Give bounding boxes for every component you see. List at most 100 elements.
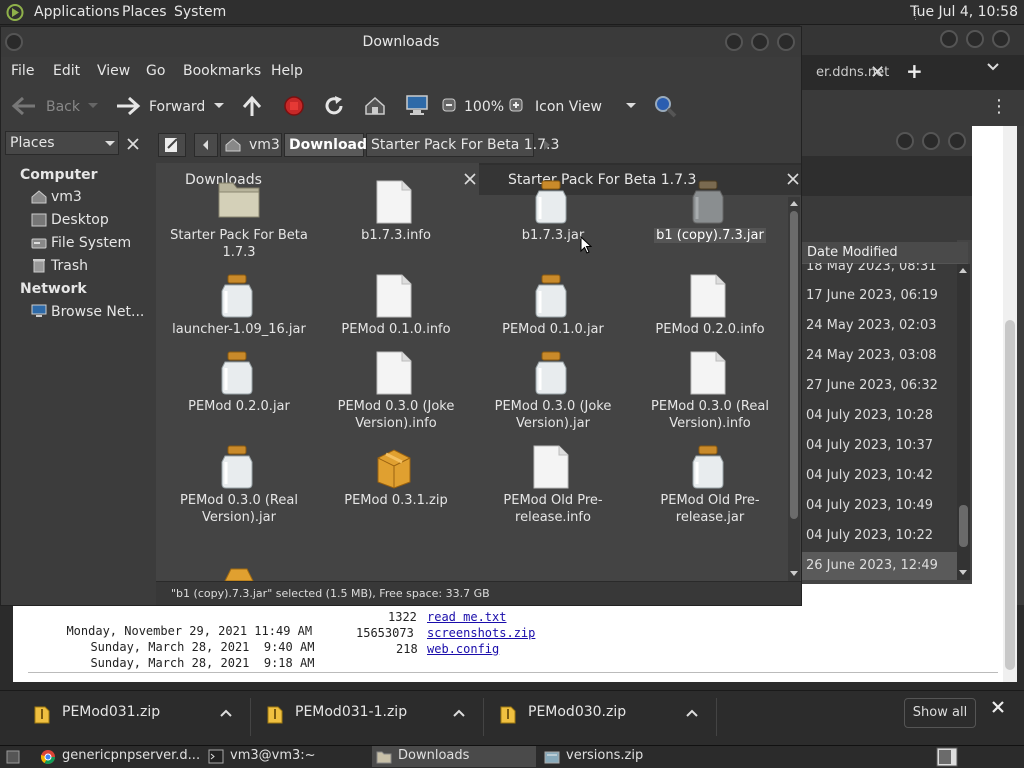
file-item[interactable]: PEMod Old Pre-release.jar (630, 444, 790, 526)
view-mode-select[interactable]: Icon View (535, 99, 602, 115)
minimize-button[interactable] (725, 33, 743, 51)
path-scroll-left-button[interactable] (194, 133, 218, 157)
path-segment-vm3[interactable]: vm3 (220, 133, 282, 157)
minimize-button[interactable] (896, 132, 914, 150)
minimize-button[interactable] (940, 30, 958, 48)
file-view-scrollbar-thumb[interactable] (790, 211, 798, 519)
zoom-in-icon[interactable] (509, 98, 523, 112)
chevron-down-icon[interactable] (104, 140, 116, 148)
file-item[interactable]: PEMod 0.2.0.info (630, 273, 790, 338)
file-item[interactable]: PEMod 0.1.0.jar (473, 273, 633, 338)
chevron-up-icon[interactable] (686, 709, 698, 717)
clock[interactable]: Tue Jul 4, 10:58 (910, 4, 1018, 20)
chevron-up-icon[interactable] (220, 709, 232, 717)
taskbar-item-terminal[interactable]: vm3@vm3:~ (204, 746, 364, 767)
zoom-out-icon[interactable] (442, 98, 456, 112)
date-modified-column-header[interactable]: Date Modified (802, 242, 968, 264)
file-item[interactable]: PEMod 0.3.0 (Joke Version).info (316, 350, 476, 432)
reload-icon[interactable] (323, 95, 345, 117)
path-scroll-right-icon[interactable] (541, 138, 553, 152)
file-item[interactable]: PEMod 0.3.0 (Real Version).jar (159, 444, 319, 526)
download-item[interactable]: PEMod031-1.zip (265, 700, 475, 734)
download-item[interactable]: PEMod030.zip (498, 700, 708, 734)
scroll-down-icon[interactable] (958, 569, 968, 577)
menu-bookmarks[interactable]: Bookmarks (183, 63, 261, 79)
scroll-down-icon[interactable] (789, 570, 799, 578)
taskbar-item-archive[interactable]: versions.zip (540, 746, 704, 767)
file-link[interactable]: web.config (427, 642, 499, 656)
chevron-up-icon[interactable] (453, 709, 465, 717)
jar-archive-icon (217, 273, 261, 319)
show-desktop-icon[interactable] (6, 750, 20, 764)
file-item[interactable]: PEMod Old Pre-release.info (473, 444, 633, 526)
file-item[interactable]: PEMod 0.3.0 (Real Version).info (630, 350, 790, 432)
up-arrow-icon[interactable] (241, 95, 263, 117)
path-segment-downloads[interactable]: Downloads (284, 133, 375, 157)
forward-history-dropdown-icon[interactable] (213, 102, 225, 110)
forward-button[interactable]: Forward (149, 99, 205, 115)
close-window-button[interactable] (948, 132, 966, 150)
file-item[interactable]: b1 (copy).7.3.jar (630, 179, 790, 244)
maximize-button[interactable] (922, 132, 940, 150)
sidebar-item-desktop[interactable]: Desktop (51, 212, 109, 228)
back-history-dropdown-icon[interactable] (87, 102, 99, 110)
distro-logo-icon[interactable] (6, 4, 24, 21)
taskbar-item-chrome[interactable]: genericpnpserver.d... (36, 746, 200, 767)
file-item[interactable]: b1.7.3.jar (473, 179, 633, 244)
close-sidebar-icon[interactable] (126, 137, 140, 151)
file-item[interactable]: launcher-1.09_16.jar (159, 273, 319, 338)
toggle-location-entry-button[interactable] (158, 133, 186, 157)
page-scrollbar-thumb[interactable] (1005, 320, 1015, 670)
file-link[interactable]: read me.txt (427, 610, 506, 624)
chevron-down-icon[interactable] (986, 62, 1000, 72)
close-downloads-bar-icon[interactable] (991, 700, 1005, 714)
menu-edit[interactable]: Edit (53, 63, 80, 79)
menu-go[interactable]: Go (146, 63, 165, 79)
file-item[interactable]: PEMod 0.3.0 (Joke Version).jar (473, 350, 633, 432)
path-segment-starter-pack[interactable]: Starter Pack For Beta 1.7.3 (366, 133, 559, 157)
applications-menu[interactable]: Applications (34, 4, 120, 20)
menu-file[interactable]: File (11, 63, 34, 79)
date-list-scrollbar-thumb[interactable] (959, 505, 968, 547)
back-button[interactable]: Back (46, 99, 80, 115)
file-item[interactable]: PEMod 0.2.0.jar (159, 350, 319, 415)
back-arrow-icon[interactable] (11, 95, 37, 117)
status-text: "b1 (copy).7.3.jar" selected (1.5 MB), F… (171, 587, 490, 600)
view-mode-dropdown-icon[interactable] (625, 102, 637, 110)
show-all-button[interactable]: Show all (904, 698, 976, 728)
browser-titlebar (800, 25, 1024, 55)
file-item[interactable]: PEMod 0.1.0.info (316, 273, 476, 338)
browser-menu-icon[interactable]: ⋮ (990, 96, 1008, 117)
sidebar-item-trash[interactable]: Trash (51, 258, 88, 274)
sidebar-selector[interactable]: Places (5, 131, 119, 155)
forward-arrow-icon[interactable] (115, 95, 141, 117)
sidebar-item-vm3[interactable]: vm3 (51, 189, 82, 205)
maximize-button[interactable] (966, 30, 984, 48)
close-window-button[interactable] (777, 33, 795, 51)
menu-help[interactable]: Help (271, 63, 303, 79)
scroll-up-icon[interactable] (789, 199, 799, 207)
new-tab-button[interactable]: + (906, 59, 923, 83)
workspace-switcher-icon[interactable] (936, 747, 958, 767)
window-menu-button[interactable] (5, 33, 23, 51)
file-manager-titlebar[interactable]: Downloads (1, 27, 801, 57)
close-tab-icon[interactable]: ✕ (870, 62, 885, 83)
scroll-up-icon[interactable] (958, 266, 968, 274)
maximize-button[interactable] (751, 33, 769, 51)
home-icon[interactable] (363, 95, 387, 117)
file-item[interactable]: PEMod 0.3.1.zip (316, 444, 476, 509)
close-window-button[interactable] (992, 30, 1010, 48)
download-item[interactable]: PEMod031.zip (32, 700, 242, 734)
sidebar-item-browse-network[interactable]: Browse Net... (51, 304, 144, 320)
sidebar-item-file-system[interactable]: File System (51, 235, 131, 251)
taskbar-item-downloads[interactable]: Downloads (372, 746, 536, 767)
stop-icon[interactable] (283, 95, 305, 117)
computer-icon[interactable] (405, 94, 429, 116)
file-item[interactable]: Starter Pack For Beta 1.7.3 (159, 179, 319, 261)
file-item[interactable]: b1.7.3.info (316, 179, 476, 244)
places-menu[interactable]: Places (122, 4, 167, 20)
file-link[interactable]: screenshots.zip (427, 626, 535, 640)
search-icon[interactable] (653, 94, 677, 118)
menu-view[interactable]: View (97, 63, 130, 79)
system-menu[interactable]: System (174, 4, 226, 20)
